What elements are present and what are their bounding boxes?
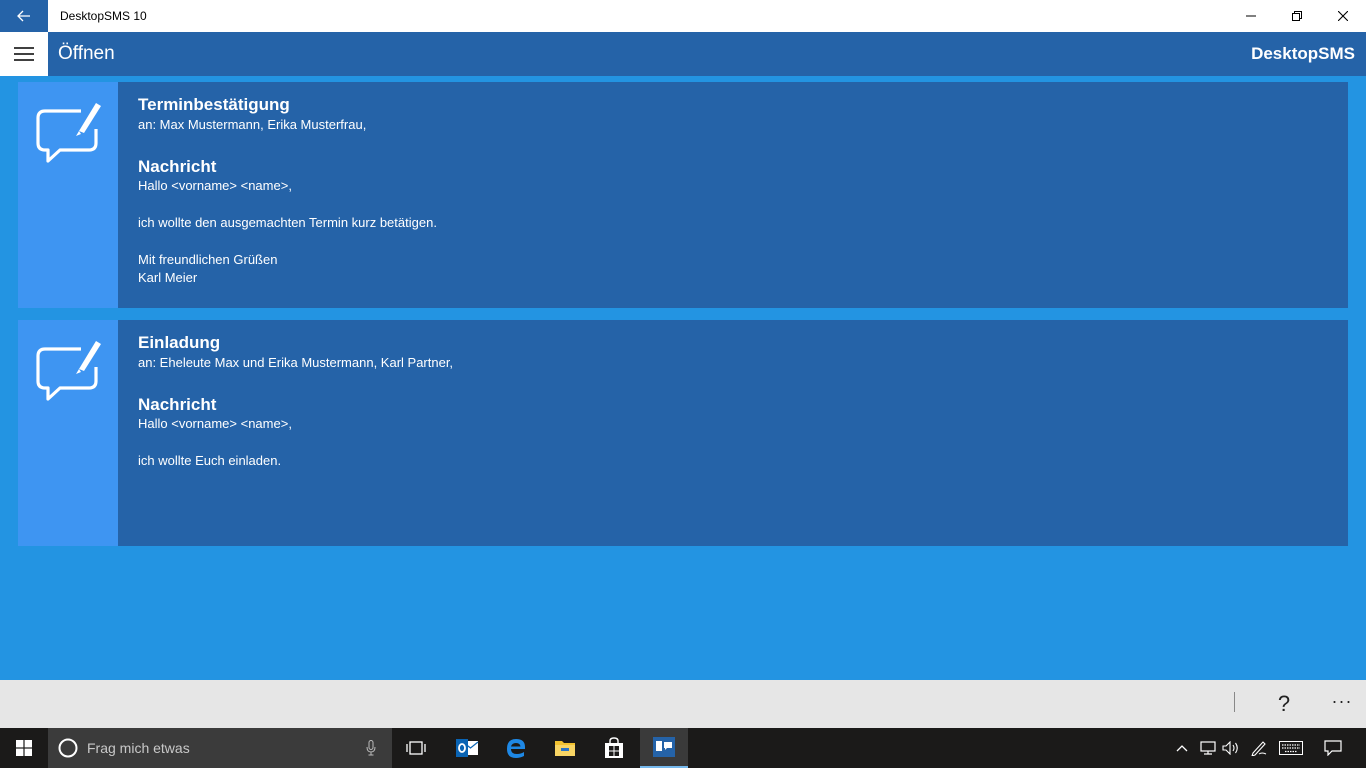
message-line: ich wollte Euch einladen. xyxy=(138,453,282,468)
title-bar: DesktopSMS 10 xyxy=(0,0,1366,32)
folder-icon xyxy=(555,741,575,756)
more-options-button[interactable]: ··· xyxy=(1326,688,1358,720)
card-recipients: an: Eheleute Max und Erika Mustermann, K… xyxy=(138,355,454,370)
chevron-up-icon xyxy=(1176,745,1188,752)
command-bar: ? ··· xyxy=(0,680,1366,728)
window-title: DesktopSMS 10 xyxy=(60,9,147,23)
message-line: Mit freundlichen Grüßen xyxy=(138,252,278,267)
speaker-icon xyxy=(1222,741,1238,755)
back-button[interactable] xyxy=(0,0,48,32)
message-card[interactable]: Einladung an: Eheleute Max und Erika Mus… xyxy=(18,320,1348,546)
message-line xyxy=(138,433,453,452)
hamburger-icon xyxy=(14,47,34,61)
close-button[interactable] xyxy=(1320,0,1366,32)
windows-logo-icon xyxy=(16,740,32,756)
taskbar-app-explorer[interactable] xyxy=(541,728,589,768)
message-line: Hallo <vorname> <name>, xyxy=(138,416,292,431)
card-icon-panel xyxy=(18,320,118,546)
start-button[interactable] xyxy=(0,728,48,768)
show-hidden-icons-button[interactable] xyxy=(1170,728,1194,768)
microphone-icon[interactable] xyxy=(366,740,376,756)
close-icon xyxy=(1338,11,1348,21)
restore-button[interactable] xyxy=(1274,0,1320,32)
message-card[interactable]: Terminbestätigung an: Max Mustermann, Er… xyxy=(18,82,1348,308)
network-status[interactable] xyxy=(1196,728,1220,768)
outlook-icon xyxy=(456,739,479,757)
card-title: Terminbestätigung xyxy=(138,95,290,114)
card-title: Einladung xyxy=(138,333,221,352)
cortana-icon xyxy=(58,738,78,758)
windows-ink-button[interactable] xyxy=(1247,728,1271,768)
desktopsms-app-icon xyxy=(653,737,675,757)
task-view-button[interactable] xyxy=(392,728,440,768)
search-placeholder: Frag mich etwas xyxy=(87,740,190,756)
message-list: Terminbestätigung an: Max Mustermann, Er… xyxy=(0,76,1366,680)
notification-icon xyxy=(1324,740,1342,756)
command-bar-separator xyxy=(1234,692,1235,712)
chat-edit-icon xyxy=(36,103,101,163)
task-view-icon xyxy=(406,741,426,755)
card-icon-panel xyxy=(18,82,118,308)
brand-label: DesktopSMS xyxy=(1251,44,1355,63)
touch-keyboard-button[interactable] xyxy=(1278,728,1304,768)
message-line xyxy=(138,195,437,214)
restore-icon xyxy=(1292,11,1302,21)
help-button[interactable]: ? xyxy=(1270,688,1298,720)
pen-icon xyxy=(1251,741,1267,756)
message-heading: Nachricht xyxy=(138,395,217,414)
edge-icon xyxy=(507,739,525,758)
store-icon xyxy=(605,737,623,758)
taskbar-app-outlook[interactable] xyxy=(443,728,491,768)
keyboard-icon xyxy=(1279,741,1303,755)
message-heading: Nachricht xyxy=(138,157,217,176)
page-title: Öffnen xyxy=(58,43,115,64)
message-line: ich wollte den ausgemachten Termin kurz … xyxy=(138,215,437,230)
message-line: Karl Meier xyxy=(138,270,198,285)
taskbar-app-edge[interactable] xyxy=(492,728,540,768)
hamburger-menu-button[interactable] xyxy=(0,32,48,76)
volume-control[interactable] xyxy=(1219,728,1243,768)
taskbar-app-desktopsms[interactable] xyxy=(640,728,688,768)
minimize-button[interactable] xyxy=(1228,0,1274,32)
app-header: Öffnen DesktopSMS xyxy=(0,32,1366,76)
cortana-search-box[interactable]: Frag mich etwas xyxy=(48,728,392,768)
message-line: Hallo <vorname> <name>, xyxy=(138,178,292,193)
taskbar-app-store[interactable] xyxy=(590,728,638,768)
network-icon xyxy=(1200,741,1216,755)
message-line xyxy=(138,232,437,251)
arrow-left-icon xyxy=(17,10,30,22)
minimize-icon xyxy=(1246,15,1256,17)
card-recipients: an: Max Mustermann, Erika Musterfrau, xyxy=(138,117,367,132)
action-center-button[interactable] xyxy=(1321,728,1345,768)
taskbar: Frag mich etwas xyxy=(0,728,1366,768)
chat-edit-icon xyxy=(36,341,101,401)
